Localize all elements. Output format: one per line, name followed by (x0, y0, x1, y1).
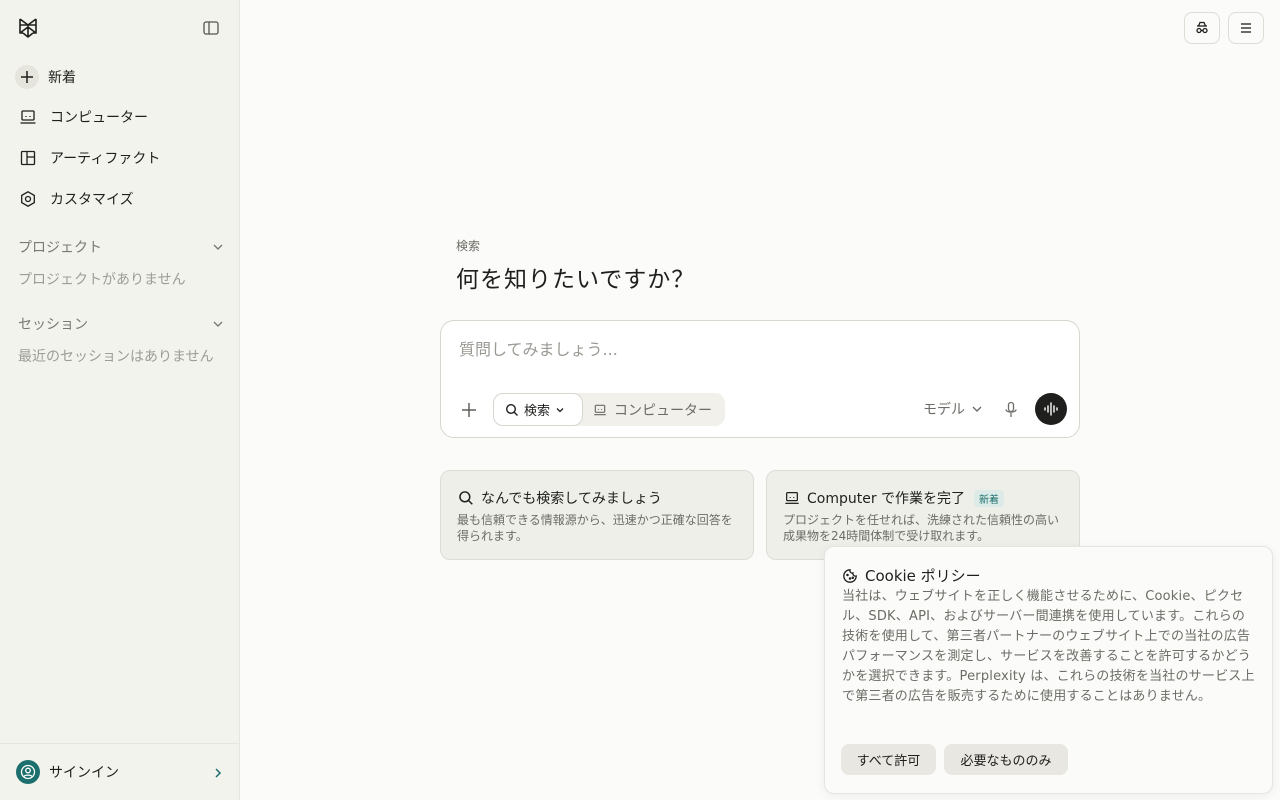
mode-search-button[interactable]: 検索 (493, 393, 583, 426)
cookie-title: Cookie ポリシー (865, 567, 981, 585)
search-label: 検索 (456, 239, 481, 253)
attach-button[interactable] (459, 400, 479, 420)
computer-icon (18, 107, 38, 127)
sidebar-item-label: アーティファクト (50, 151, 161, 167)
user-avatar-icon (16, 760, 40, 784)
sidebar-item-label: コンピューター (50, 110, 148, 126)
voice-mode-button[interactable] (1035, 393, 1067, 425)
search-input[interactable] (459, 337, 1059, 361)
cookie-banner: Cookie ポリシー 当社は、ウェブサイトを正しく機能させるために、Cooki… (824, 546, 1273, 794)
cookie-title-row: Cookie ポリシー (842, 565, 981, 586)
plus-icon (15, 65, 39, 89)
incognito-button[interactable] (1184, 12, 1220, 44)
sidebar-toggle-icon[interactable] (202, 19, 220, 37)
microphone-icon (1005, 401, 1017, 417)
menu-icon (1241, 23, 1251, 33)
artifact-icon (18, 148, 38, 168)
new-badge: 新着 (974, 489, 1005, 507)
projects-section-header[interactable]: プロジェクト (18, 236, 224, 258)
model-label: モデル (923, 402, 965, 418)
projects-title: プロジェクト (18, 240, 102, 256)
cookie-body-text: 当社は、ウェブサイトを正しく機能させるために、Cookie、ピクセル、SDK、A… (842, 589, 1255, 704)
card-description: 最も信頼できる情報源から、迅速かつ正確な回答を得られます。 (457, 513, 733, 543)
sidebar-item-computer[interactable]: コンピューター (12, 100, 228, 134)
chevron-down-icon (213, 244, 223, 250)
card-title: なんでも検索してみましょう (481, 491, 662, 507)
sidebar-footer: サインイン (0, 743, 240, 800)
computer-icon (594, 404, 606, 415)
card-title: Computer で作業を完了 (807, 491, 966, 507)
signin-label: サインイン (49, 765, 119, 781)
perplexity-logo-icon[interactable] (16, 16, 40, 40)
microphone-button[interactable] (1003, 400, 1019, 420)
mode-search-label: 検索 (524, 404, 551, 419)
sidebar-item-artifacts[interactable]: アーティファクト (12, 141, 228, 175)
new-thread-label: 新着 (48, 70, 76, 86)
model-selector[interactable]: モデル (923, 399, 983, 419)
necessary-only-button[interactable]: 必要なもののみ (944, 744, 1068, 775)
new-thread-button[interactable]: 新着 (12, 60, 228, 94)
suggestion-card-search[interactable]: なんでも検索してみましょう 最も信頼できる情報源から、迅速かつ正確な回答を得られ… (440, 470, 754, 560)
search-icon (459, 491, 473, 505)
sidebar-item-customize[interactable]: カスタマイズ (12, 182, 228, 216)
card-description: プロジェクトを任せれば、洗練された信頼性の高い成果物を24時間体制で受け取れます… (783, 513, 1060, 543)
cookie-icon (843, 568, 857, 583)
plus-icon (462, 403, 476, 417)
signin-button[interactable]: サインイン (16, 760, 119, 784)
sidebar-item-label: カスタマイズ (50, 192, 134, 208)
projects-empty-text: プロジェクトがありません (18, 272, 186, 288)
waveform-icon (1044, 402, 1058, 416)
chevron-down-icon (556, 407, 564, 412)
card-title-row: Computer で作業を完了 新着 (784, 488, 1005, 508)
chevron-down-icon (972, 406, 982, 412)
customize-icon (18, 189, 38, 209)
computer-icon (785, 492, 799, 504)
sidebar: 新着 コンピューター アーティファクト カスタマイズ プロジェクト プロジェクト… (0, 0, 240, 800)
page-title: 何を知りたいですか？ (456, 267, 696, 293)
sessions-section-header[interactable]: セッション (18, 313, 224, 335)
sessions-empty-text: 最近のセッションはありません (18, 349, 214, 365)
mode-selector: 検索 コンピューター (493, 393, 725, 426)
card-title-row: なんでも検索してみましょう (458, 488, 662, 508)
sessions-title: セッション (18, 317, 88, 333)
allow-all-button[interactable]: すべて許可 (841, 744, 936, 775)
mode-computer-label: コンピューター (614, 402, 712, 419)
incognito-icon (1196, 21, 1208, 34)
search-icon (505, 403, 518, 416)
chevron-down-icon (213, 321, 223, 327)
chevron-right-icon[interactable] (212, 766, 224, 780)
menu-button[interactable] (1228, 12, 1264, 44)
mode-computer-button[interactable]: コンピューター (593, 393, 712, 426)
composer: 検索 コンピューター モデル (440, 320, 1080, 438)
